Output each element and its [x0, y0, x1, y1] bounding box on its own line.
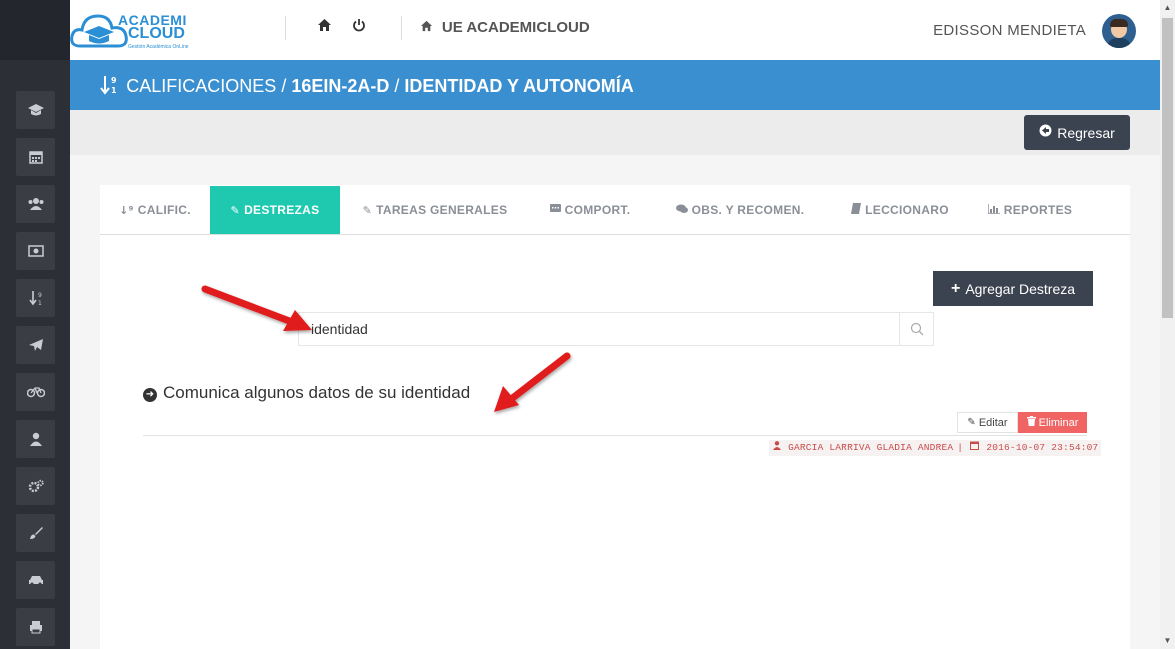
header-divider: [285, 16, 286, 40]
edit-icon: ✎: [967, 417, 976, 428]
header-divider: [401, 16, 402, 40]
trash-icon: [1026, 416, 1036, 429]
car-icon[interactable]: [16, 561, 55, 599]
arrow-circle-right-icon: ➜: [143, 388, 157, 402]
comments-icon: [675, 204, 688, 217]
edit-icon: ✎: [230, 203, 241, 217]
avatar[interactable]: [1102, 14, 1136, 48]
delete-button[interactable]: Eliminar: [1018, 412, 1087, 433]
paper-plane-icon[interactable]: [16, 326, 55, 364]
tab-tareas-generales[interactable]: ✎ TAREAS GENERALES: [340, 186, 530, 234]
toolbar: Regresar: [70, 110, 1160, 155]
bicycle-icon[interactable]: [16, 373, 55, 411]
edit-icon: ✎: [362, 203, 373, 217]
tab-label: TAREAS GENERALES: [376, 203, 508, 217]
svg-text:9: 9: [38, 292, 42, 299]
user-name[interactable]: EDISSON MENDIETA: [933, 22, 1086, 39]
skill-title-text: Comunica algunos datos de su identidad: [163, 383, 471, 402]
book-icon: [851, 203, 862, 217]
breadcrumb-course[interactable]: 16EIN-2A-D: [291, 76, 389, 96]
logo-line2: CLOUD: [128, 25, 185, 42]
money-icon[interactable]: [16, 232, 55, 270]
add-skill-label: Agregar Destreza: [965, 280, 1076, 297]
delete-label: Eliminar: [1038, 416, 1079, 429]
edit-button[interactable]: ✎ Editar: [957, 412, 1018, 433]
users-icon[interactable]: [16, 185, 55, 223]
breadcrumb-subject: IDENTIDAD Y AUTONOMÍA: [404, 76, 634, 96]
top-header: ACADEMI CLOUD Gestión Académica OnLine U…: [70, 0, 1160, 60]
breadcrumb-separator: /: [276, 76, 292, 96]
tab-label: COMPORT.: [564, 203, 631, 217]
tab-bar: ↓⁹ CALIFIC. ✎ DESTREZAS ✎ TAREAS GENERALES …: [100, 186, 1130, 235]
plus-icon: +: [950, 279, 961, 297]
svg-text:1: 1: [38, 300, 42, 306]
comment-icon: [549, 203, 561, 217]
tab-label: REPORTES: [1003, 203, 1073, 217]
cogs-icon[interactable]: [16, 467, 55, 505]
sort-numeric-icon: 91: [100, 76, 124, 97]
back-button[interactable]: Regresar: [1024, 115, 1130, 150]
back-button-label: Regresar: [1057, 124, 1115, 141]
sidebar-top: [0, 0, 70, 60]
bar-chart-icon: [987, 203, 1000, 217]
calendar-icon[interactable]: [16, 138, 55, 176]
breadcrumb: 91 CALIFICACIONES / 16EIN-2A-D / IDENTID…: [70, 60, 1160, 110]
user-icon: [773, 441, 784, 453]
scroll-down-arrow-icon[interactable]: ▼: [1160, 633, 1175, 649]
search-input[interactable]: [298, 312, 900, 346]
svg-text:1: 1: [111, 86, 117, 95]
sort-numeric-icon[interactable]: 91: [16, 279, 55, 317]
school-name[interactable]: UE ACADEMICLOUD: [420, 19, 590, 36]
svg-text:9: 9: [111, 76, 117, 85]
tab-obs-recomen[interactable]: OBS. Y RECOMEN.: [650, 186, 830, 234]
tab-label: OBS. Y RECOMEN.: [691, 203, 805, 217]
scrollbar-thumb[interactable]: [1162, 18, 1173, 318]
scroll-up-arrow-icon[interactable]: ▲: [1160, 0, 1175, 16]
logo-tagline: Gestión Académica OnLine: [128, 44, 189, 50]
print-icon[interactable]: [16, 608, 55, 646]
school-name-text: UE ACADEMICLOUD: [441, 19, 590, 36]
user-icon[interactable]: [16, 420, 55, 458]
arrow-circle-left-icon: [1039, 124, 1052, 141]
skill-author: GARCIA LARRIVA GLADIA ANDREA: [788, 442, 954, 453]
tab-destrezas[interactable]: ✎ DESTREZAS: [210, 186, 340, 234]
tab-calific[interactable]: ↓⁹ CALIFIC.: [100, 186, 210, 234]
calendar-icon: [967, 441, 982, 453]
search-icon[interactable]: [899, 312, 934, 346]
breadcrumb-separator: /: [389, 76, 405, 96]
tab-label: CALIFIC.: [137, 203, 191, 217]
graduation-cap-icon[interactable]: [16, 91, 55, 129]
tab-comport[interactable]: COMPORT.: [530, 186, 650, 234]
academicloud-logo[interactable]: ACADEMI CLOUD Gestión Académica OnLine: [70, 6, 190, 54]
tab-label: LECCIONARO: [865, 203, 949, 217]
edit-label: Editar: [978, 416, 1008, 429]
tab-leccionaro[interactable]: LECCIONARO: [830, 186, 970, 234]
breadcrumb-section[interactable]: CALIFICACIONES: [126, 76, 276, 96]
skill-title[interactable]: ➜ Comunica algunos datos de su identidad: [143, 383, 470, 403]
home-icon[interactable]: [317, 18, 332, 36]
skill-timestamp: 2016-10-07 23:54:07: [986, 442, 1099, 453]
add-skill-button[interactable]: + Agregar Destreza: [933, 271, 1093, 306]
meta-separator: |: [957, 442, 964, 453]
skill-meta: GARCIA LARRIVA GLADIA ANDREA | 2016-10-07…: [769, 440, 1102, 456]
tab-label: DESTREZAS: [244, 203, 320, 217]
paint-brush-icon[interactable]: [16, 514, 55, 552]
sort-numeric-icon: ↓⁹: [119, 203, 134, 217]
tab-reportes[interactable]: REPORTES: [970, 186, 1090, 234]
divider: [143, 435, 1087, 436]
power-icon[interactable]: [352, 18, 366, 36]
home-icon: [420, 20, 438, 36]
